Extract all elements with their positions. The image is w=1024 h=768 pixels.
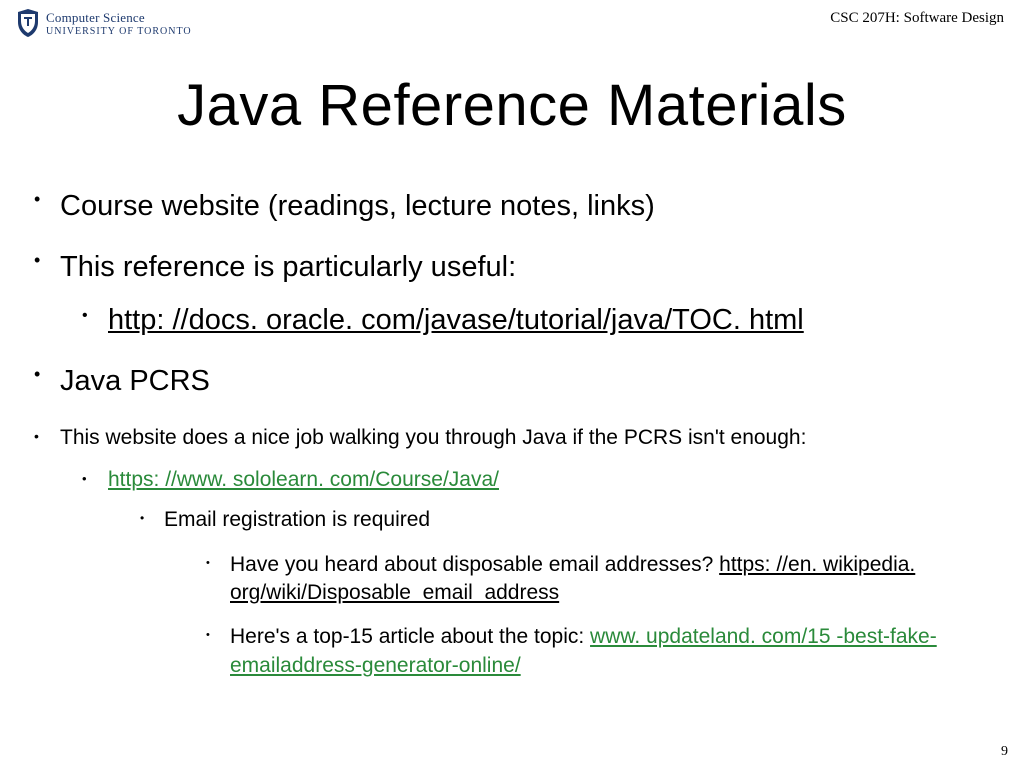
- logo-line2: UNIVERSITY OF TORONTO: [46, 26, 192, 37]
- bullet-reference-text: This reference is particularly useful:: [60, 251, 516, 283]
- bullet-oracle-link-item: http: //docs. oracle. com/javase/tutoria…: [60, 301, 1000, 340]
- university-crest-icon: [16, 8, 40, 38]
- bullet-java-pcrs: Java PCRS: [24, 362, 1000, 401]
- bullet-sololearn-link-item: https: //www. sololearn. com/Course/Java…: [60, 466, 1000, 680]
- slide-header: Computer Science UNIVERSITY OF TORONTO C…: [0, 0, 1024, 42]
- oracle-tutorial-link[interactable]: http: //docs. oracle. com/javase/tutoria…: [108, 304, 804, 336]
- bullet-sololearn-text: This website does a nice job walking you…: [60, 426, 806, 449]
- bullet-email-reg-text: Email registration is required: [164, 508, 430, 531]
- bullet-course-website: Course website (readings, lecture notes,…: [24, 187, 1000, 226]
- bullet-fake-email-article: Here's a top-15 article about the topic:…: [164, 623, 1000, 680]
- page-number: 9: [1001, 744, 1008, 760]
- bullet-reference-useful: This reference is particularly useful: h…: [24, 248, 1000, 340]
- bullet-email-registration: Email registration is required Have you …: [108, 506, 1000, 680]
- course-label: CSC 207H: Software Design: [830, 10, 1004, 27]
- logo-line1: Computer Science: [46, 10, 192, 26]
- sololearn-link[interactable]: https: //www. sololearn. com/Course/Java…: [108, 468, 499, 491]
- logo-block: Computer Science UNIVERSITY OF TORONTO: [16, 8, 192, 38]
- disposable-email-text: Have you heard about disposable email ad…: [230, 553, 719, 576]
- logo-text: Computer Science UNIVERSITY OF TORONTO: [46, 10, 192, 37]
- fake-email-text: Here's a top-15 article about the topic:: [230, 625, 590, 648]
- slide-content: Course website (readings, lecture notes,…: [0, 187, 1024, 680]
- bullet-disposable-email: Have you heard about disposable email ad…: [164, 551, 1000, 608]
- slide-title: Java Reference Materials: [0, 72, 1024, 139]
- bullet-sololearn-intro: This website does a nice job walking you…: [24, 424, 1000, 680]
